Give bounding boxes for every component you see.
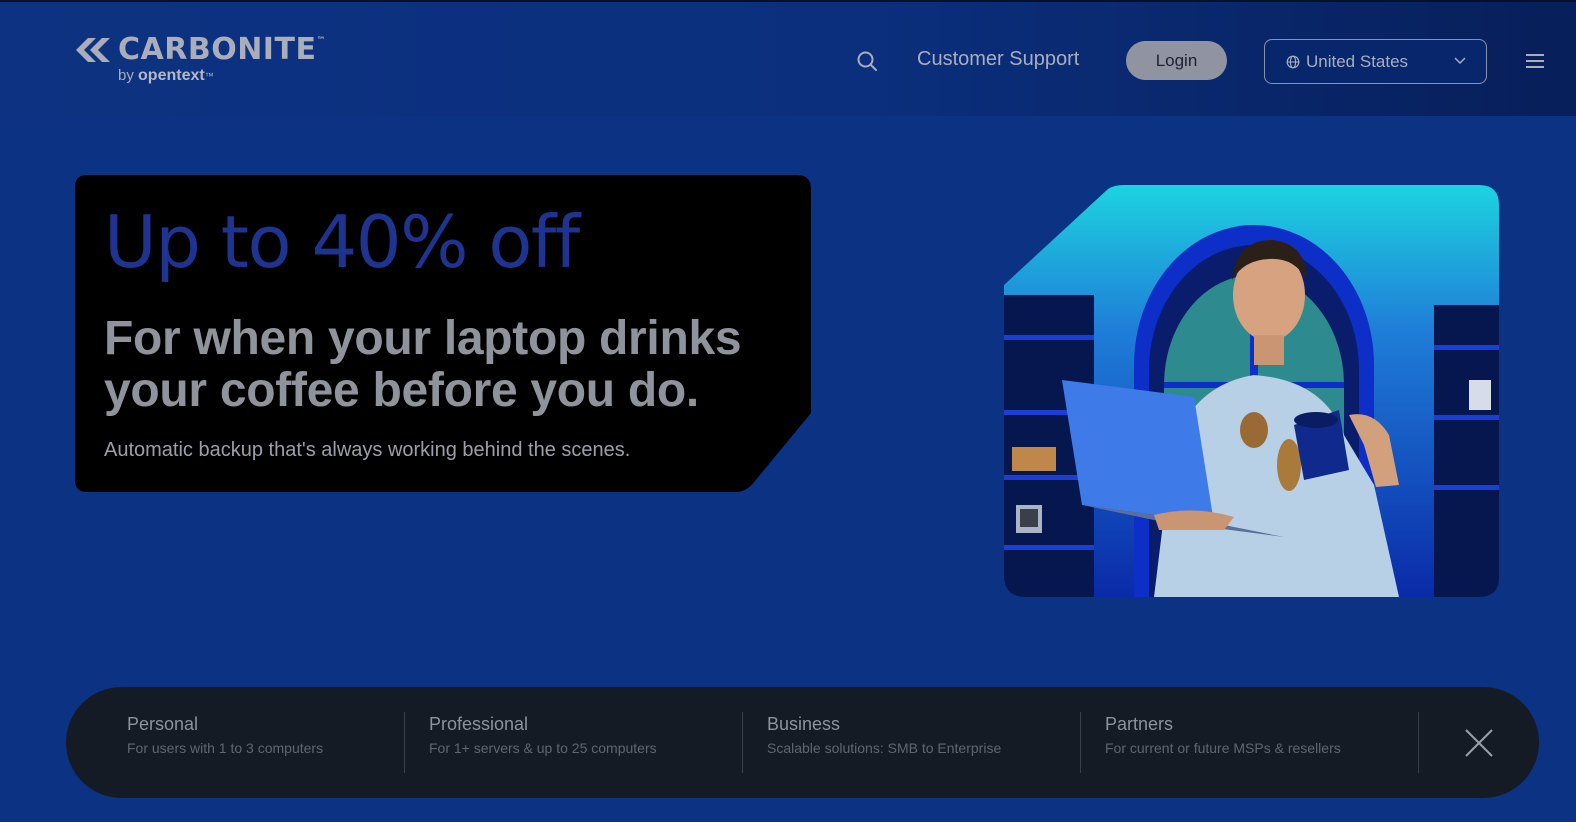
audience-segment-bar: Personal For users with 1 to 3 computers… [66,687,1539,798]
region-selector[interactable]: United States [1264,39,1487,84]
segment-business[interactable]: Business Scalable solutions: SMB to Ente… [767,713,1077,773]
site-header: CARBONITE™ by opentext™ Customer Support… [0,0,1576,116]
carbonite-logo[interactable]: CARBONITE™ by opentext™ [74,32,334,92]
chevron-down-icon [1454,57,1466,65]
segment-divider [1080,712,1081,773]
logo-wordmark: CARBONITE™ [118,32,326,67]
hamburger-menu-icon[interactable] [1525,52,1545,70]
segment-divider [742,712,743,773]
close-icon[interactable] [1463,727,1495,759]
segment-divider [1418,712,1419,773]
segment-title: Professional [429,714,529,734]
customer-support-link[interactable]: Customer Support [917,48,1079,71]
segment-title: Personal [127,714,199,734]
segment-personal[interactable]: Personal For users with 1 to 3 computers [127,713,407,773]
segment-title: Business [767,714,841,734]
search-icon[interactable] [856,50,878,72]
hero-subtitle-line-2: your coffee before you do. [104,364,699,417]
segment-title: Partners [1105,714,1174,734]
globe-icon [1286,55,1300,69]
segment-subtitle: Scalable solutions: SMB to Enterprise [767,740,1002,756]
login-button[interactable]: Login [1126,41,1227,80]
carbonite-chevrons-icon [76,38,110,62]
hero-title: Up to 40% off [104,200,580,284]
region-selected-value: United States [1306,52,1409,71]
segment-professional[interactable]: Professional For 1+ servers & up to 25 c… [429,713,739,773]
hero-subtitle-line-1: For when your laptop drinks [104,312,742,365]
hero-description: Automatic backup that's always working b… [104,439,631,461]
segment-subtitle: For users with 1 to 3 computers [127,740,324,756]
hero-subtitle: For when your laptop drinks your coffee … [104,313,794,417]
logo-byline: by opentext™ [118,67,214,84]
segment-partners[interactable]: Partners For current or future MSPs & re… [1105,713,1415,773]
segment-subtitle: For current or future MSPs & resellers [1105,740,1341,756]
hero-image-coffee-laptop [1004,185,1499,597]
segment-subtitle: For 1+ servers & up to 25 computers [429,740,657,756]
hero-promo-card: Up to 40% off For when your laptop drink… [75,175,811,492]
segment-divider [404,712,405,773]
